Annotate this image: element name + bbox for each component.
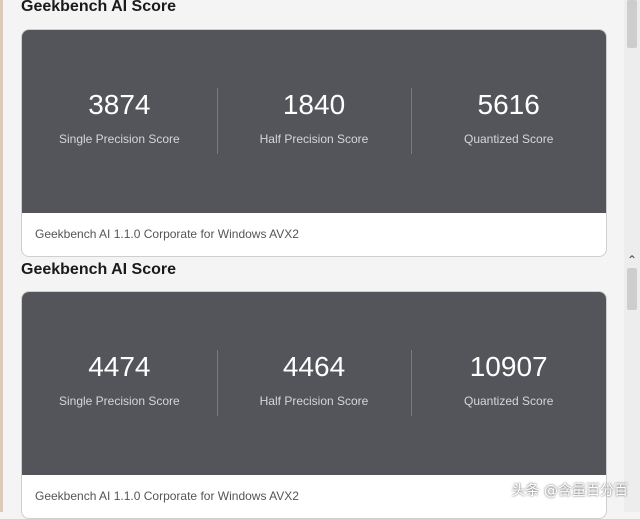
score-value: 1840 xyxy=(282,89,346,120)
section-title-2: Geekbench AI Score xyxy=(21,261,177,278)
score-value: 10907 xyxy=(469,351,548,382)
section-title-1: Geekbench AI Score xyxy=(21,0,177,15)
half-precision-score-1: 1840 Half Precision Score xyxy=(216,30,412,213)
watermark-text: 头条 @含量百分百 xyxy=(511,483,628,499)
scrollbar-thumb-upper[interactable] xyxy=(627,0,637,48)
score-label: Single Precision Score xyxy=(58,394,180,408)
score-label: Quantized Score xyxy=(463,394,554,408)
single-precision-score-1: 3874 Single Precision Score xyxy=(22,30,217,213)
score-panel-1: 3874 Single Precision Score 1840 Half Pr… xyxy=(22,30,606,213)
window-left-edge xyxy=(0,0,3,512)
card-footer-1: Geekbench AI 1.1.0 Corporate for Windows… xyxy=(35,227,299,241)
single-precision-score-2: 4474 Single Precision Score xyxy=(22,292,217,475)
score-label: Quantized Score xyxy=(463,132,554,146)
score-card-1: 3874 Single Precision Score 1840 Half Pr… xyxy=(21,29,607,257)
score-panel-2: 4474 Single Precision Score 4464 Half Pr… xyxy=(22,292,606,475)
quantized-score-2: 10907 Quantized Score xyxy=(411,292,606,475)
half-precision-score-2: 4464 Half Precision Score xyxy=(216,292,412,475)
score-value: 3874 xyxy=(88,89,151,120)
score-label: Half Precision Score xyxy=(259,132,369,146)
score-value: 4474 xyxy=(88,351,151,382)
quantized-score-1: 5616 Quantized Score xyxy=(411,30,606,213)
score-value: 4464 xyxy=(282,351,346,382)
vertical-scrollbar[interactable]: ⌃ xyxy=(624,0,640,512)
score-label: Single Precision Score xyxy=(58,132,180,146)
scroll-up-arrow-icon[interactable]: ⌃ xyxy=(627,254,637,266)
scrollbar-thumb-lower[interactable] xyxy=(627,268,637,310)
score-value: 5616 xyxy=(477,89,540,120)
score-label: Half Precision Score xyxy=(259,394,369,408)
